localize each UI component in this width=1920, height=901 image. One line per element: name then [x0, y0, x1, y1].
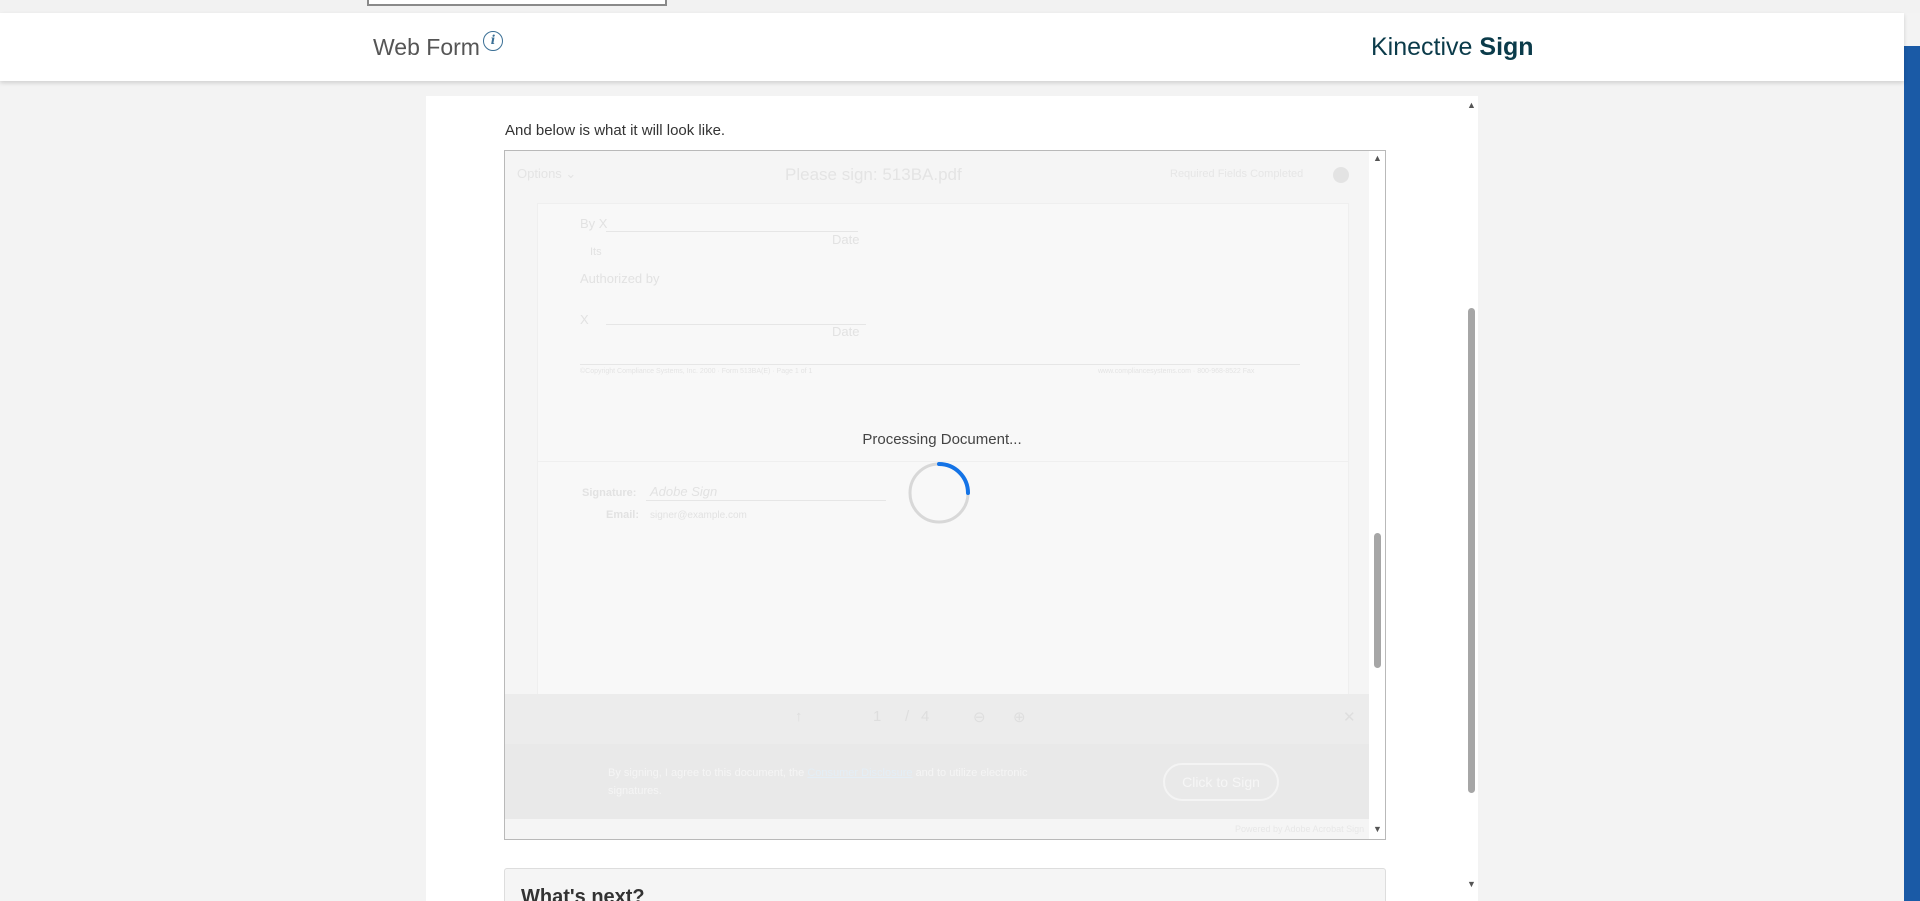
document-viewer: Options ⌄ Please sign: 513BA.pdf Require… [505, 151, 1369, 839]
preview-scrollbar[interactable]: ▲ ▼ [1369, 151, 1385, 839]
footer-rule [580, 364, 1300, 365]
footer-contact: www.compliancesystems.com · 800-968-8522… [1098, 368, 1255, 375]
processing-message: Processing Document... [862, 431, 1022, 448]
top-strip [0, 0, 1920, 13]
footer-copyright: ©Copyright Compliance Systems, Inc. 2000… [580, 368, 813, 375]
powered-by: Powered by Adobe Acrobat Sign [1235, 824, 1365, 834]
previous-field-box [367, 0, 667, 6]
date-label-2: Date [832, 324, 860, 339]
email-label: Email: [606, 509, 640, 521]
signature-line [606, 231, 858, 232]
zoom-out-icon[interactable]: ⊖ [973, 708, 986, 726]
signature-label: Signature: [582, 487, 637, 499]
click-to-sign-button[interactable]: Click to Sign [1163, 763, 1279, 801]
brand-logo: Kinective Sign [1371, 33, 1534, 62]
preview-scroll-up-icon[interactable]: ▲ [1373, 153, 1382, 163]
page-scrollbar[interactable]: ▲ ▼ [1465, 96, 1478, 896]
check-circle-icon [1333, 167, 1349, 183]
brand-light: Kinective [1371, 33, 1473, 61]
preview-scrollbar-thumb[interactable] [1374, 533, 1381, 668]
info-icon[interactable]: i [483, 31, 503, 51]
consent-text-before: By signing, I agree to this document, th… [608, 767, 805, 779]
preview-scroll-down-icon[interactable]: ▼ [1373, 824, 1382, 834]
options-dropdown[interactable]: Options ⌄ [517, 166, 576, 182]
date-label-1: Date [832, 232, 860, 247]
viewer-toolbar: ↑ 1 / 4 ⊖ ⊕ ✕ [505, 694, 1369, 744]
its-label: Its [590, 246, 602, 258]
page-title: Web Form [373, 34, 480, 60]
right-accent-bar [1904, 46, 1920, 901]
viewer-header: Options ⌄ Please sign: 513BA.pdf Require… [505, 151, 1369, 203]
consent-text: By signing, I agree to this document, th… [608, 764, 1078, 800]
whats-next-panel: What's next? [504, 868, 1386, 901]
close-icon[interactable]: ✕ [1343, 708, 1356, 726]
intro-text: And below is what it will look like. [505, 122, 726, 139]
email-value: signer@example.com [650, 510, 747, 521]
scroll-down-arrow-icon[interactable]: ▼ [1467, 879, 1476, 889]
page-up-arrow-icon[interactable]: ↑ [795, 708, 803, 725]
brand-bold: Sign [1479, 33, 1534, 61]
scroll-up-arrow-icon[interactable]: ▲ [1467, 100, 1476, 110]
signature-field-line [646, 500, 886, 501]
document-title: Please sign: 513BA.pdf [785, 165, 962, 184]
signature-line-2 [606, 324, 866, 325]
zoom-in-icon[interactable]: ⊕ [1013, 708, 1026, 726]
document-preview-frame: Options ⌄ Please sign: 513BA.pdf Require… [504, 150, 1386, 840]
by-x-label: By X [580, 216, 608, 231]
whats-next-heading: What's next? [521, 886, 645, 901]
authorized-by-label: Authorized by [580, 271, 660, 286]
header: Web Form i Kinective Sign [0, 13, 1904, 81]
consumer-disclosure-link[interactable]: Consumer Disclosure [807, 767, 912, 779]
signature-value: Adobe Sign [650, 484, 718, 499]
page-scrollbar-thumb[interactable] [1468, 308, 1475, 793]
page-separator: / [905, 708, 910, 725]
x-label: X [580, 312, 589, 327]
page-number-input[interactable]: 1 [873, 708, 881, 725]
sign-bar: By signing, I agree to this document, th… [505, 744, 1369, 819]
loading-spinner-icon [908, 462, 970, 524]
options-label: Options [517, 166, 562, 181]
page-total: 4 [921, 708, 930, 725]
required-fields-status: Required Fields Completed [1170, 168, 1304, 180]
